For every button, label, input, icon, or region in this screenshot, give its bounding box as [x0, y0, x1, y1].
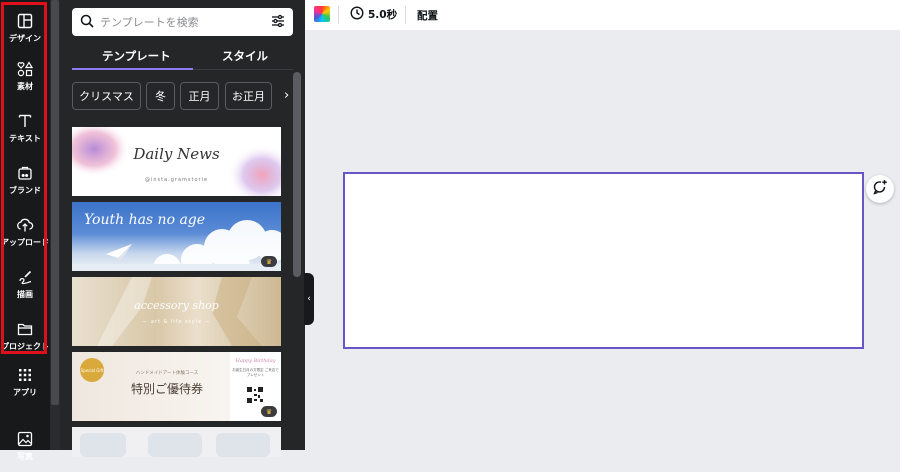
template-badge: Special Gift: [80, 358, 104, 382]
text-icon: [16, 112, 34, 130]
template-title: Daily News: [133, 145, 220, 163]
nav-elements[interactable]: 素材: [0, 50, 50, 102]
side-navigation-rail: デザイン 素材 テキスト ●● ブランド アップロード 描画 プロジェクト アプ…: [0, 0, 50, 461]
crown-icon: ♛: [261, 406, 277, 417]
nav-projects-label: プロジェクト: [1, 342, 49, 351]
template-search-input[interactable]: テンプレートを検索: [72, 8, 293, 36]
template-placeholder-tile: [80, 433, 126, 457]
nav-draw[interactable]: 描画: [0, 258, 50, 310]
layout-icon: [16, 12, 34, 30]
nav-draw-label: 描画: [17, 290, 33, 299]
active-tab-indicator: [72, 68, 193, 70]
brand-icon: ●●: [16, 164, 34, 182]
filter-icon[interactable]: [271, 13, 285, 32]
chip-christmas[interactable]: クリスマス: [72, 82, 141, 110]
rail-scrollbar[interactable]: [50, 0, 60, 450]
collapse-panel-button[interactable]: ‹: [304, 273, 314, 325]
shapes-icon: [16, 60, 34, 78]
duration-label: 5.0秒: [368, 9, 398, 21]
template-title: 特別ご優待券: [130, 382, 203, 396]
template-card[interactable]: Youth has no age ♛: [72, 202, 281, 271]
arrange-button[interactable]: 配置: [417, 8, 438, 23]
tab-templates[interactable]: テンプレート: [102, 48, 171, 64]
template-subtitle: ハンドメイドアート体験コース: [135, 371, 199, 376]
color-picker-button[interactable]: [314, 6, 330, 22]
template-card[interactable]: Daily News @insta.gramstorie: [72, 127, 281, 196]
nav-brand[interactable]: ●● ブランド: [0, 154, 50, 206]
design-canvas[interactable]: [343, 172, 864, 349]
nav-projects[interactable]: プロジェクト: [0, 310, 50, 362]
template-card[interactable]: [72, 427, 281, 457]
panel-scrollbar-thumb[interactable]: [293, 72, 301, 277]
template-title: Youth has no age: [84, 212, 206, 228]
nav-photos[interactable]: 写真: [0, 420, 50, 472]
nav-text[interactable]: テキスト: [0, 102, 50, 154]
clock-icon: [350, 6, 364, 23]
nav-design-label: デザイン: [9, 34, 41, 43]
photo-icon: [16, 430, 34, 448]
toolbar-divider: [338, 6, 339, 24]
tab-styles[interactable]: スタイル: [222, 48, 268, 64]
nav-apps[interactable]: アプリ: [0, 356, 50, 408]
draw-icon: [16, 268, 34, 286]
crown-icon: ♛: [261, 256, 277, 267]
template-subtitle: @insta.gramstorie: [144, 177, 209, 183]
chevron-right-icon[interactable]: ›: [284, 88, 289, 103]
nav-text-label: テキスト: [9, 134, 41, 143]
template-card[interactable]: Special Gift ハンドメイドアート体験コース 特別ご優待券 Happy…: [72, 352, 281, 421]
duration-button[interactable]: 5.0秒: [350, 6, 397, 23]
nav-uploads[interactable]: アップロード: [0, 206, 50, 258]
template-placeholder-tile: [148, 433, 202, 457]
panel-tabs: テンプレート スタイル: [72, 44, 293, 70]
template-side-text: お誕生日月の方限定 ご来店でプレゼント: [232, 368, 279, 377]
editor-toolbar: 5.0秒 配置: [305, 0, 900, 30]
template-side-title: Happy Birthday: [235, 358, 276, 364]
upload-icon: [16, 216, 34, 234]
nav-uploads-label: アップロード: [1, 238, 49, 247]
nav-photos-label: 写真: [17, 452, 33, 461]
nav-design[interactable]: デザイン: [0, 2, 50, 54]
search-icon: [80, 13, 94, 32]
qr-code-icon: [246, 386, 264, 404]
template-placeholder-tile: [216, 433, 270, 457]
toolbar-divider: [405, 6, 406, 24]
template-subtitle: — art & life style —: [142, 319, 211, 325]
template-card[interactable]: accessory shop — art & life style —: [72, 277, 281, 346]
rail-scrollbar-thumb[interactable]: [51, 0, 59, 405]
chevron-left-icon: ‹: [307, 294, 311, 304]
comment-add-icon: [872, 179, 888, 199]
search-placeholder: テンプレートを検索: [100, 16, 199, 29]
chip-oshogatsu[interactable]: お正月: [225, 82, 272, 110]
template-title: accessory shop: [134, 299, 219, 312]
nav-apps-label: アプリ: [13, 388, 37, 397]
apps-icon: [16, 366, 34, 384]
template-panel: テンプレートを検索 テンプレート スタイル クリスマス 冬 正月 お正月 › D…: [60, 0, 305, 457]
chip-shogatsu[interactable]: 正月: [180, 82, 219, 110]
keyword-chips: クリスマス 冬 正月 お正月 ›: [72, 82, 297, 110]
svg-text:●●: ●●: [22, 173, 29, 178]
nav-elements-label: 素材: [17, 82, 33, 91]
nav-brand-label: ブランド: [9, 186, 41, 195]
folder-icon: [16, 320, 34, 338]
add-comment-button[interactable]: [866, 175, 894, 203]
chip-winter[interactable]: 冬: [146, 82, 175, 110]
